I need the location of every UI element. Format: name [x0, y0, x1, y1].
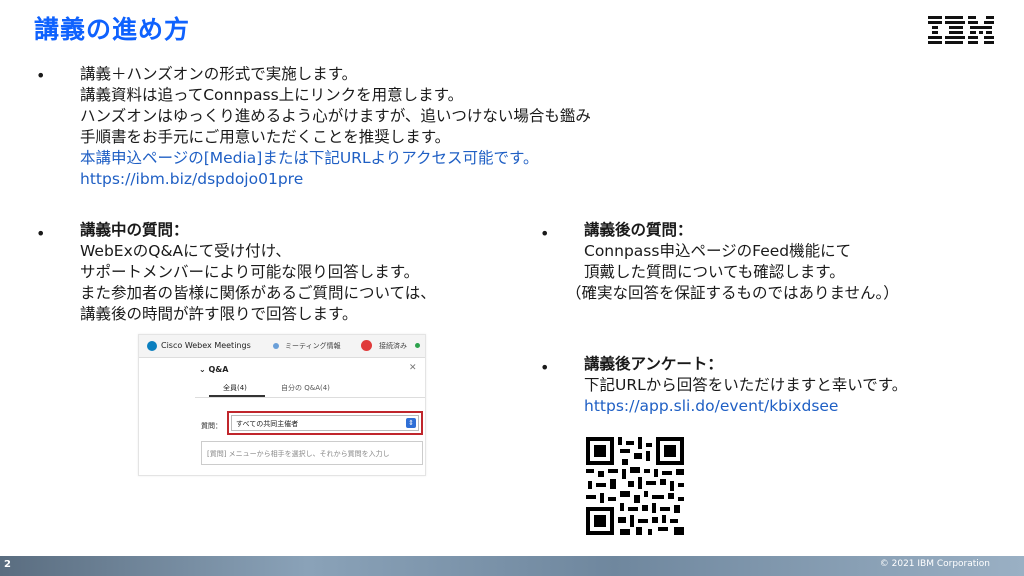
- ibm-logo: [928, 16, 994, 44]
- intro-line: 手順書をお手元にご用意いただくことを推奨します。: [80, 128, 451, 146]
- bullet-marker: •: [540, 224, 550, 243]
- after-note: （確実な回答を保証するものではありません。）: [566, 284, 899, 302]
- info-icon: [273, 343, 279, 349]
- during-block: 講義中の質問： WebExのQ&Aにて受け付け、 サポートメンバーにより可能な限…: [80, 220, 436, 325]
- survey-url-link[interactable]: https://app.sli.do/event/kbixdsee: [584, 396, 907, 417]
- survey-block: 講義後アンケート： 下記URLから回答をいただけますと幸いです。 https:/…: [584, 354, 907, 417]
- during-heading: 講義中の質問：: [80, 221, 189, 239]
- after-block: 講義後の質問： Connpass申込ページのFeed機能にて 頂戴した質問につい…: [566, 220, 899, 304]
- webex-app-title: Cisco Webex Meetings: [161, 341, 251, 350]
- after-heading: 講義後の質問：: [584, 221, 693, 239]
- tab-all: 全員(4): [223, 384, 247, 392]
- meeting-info-label: ミーティング情報: [285, 342, 341, 350]
- webex-titlebar: Cisco Webex Meetings ミーティング情報 接続済み: [139, 335, 425, 358]
- after-line: Connpass申込ページのFeed機能にて: [584, 242, 852, 260]
- qa-panel-title-text: Q&A: [208, 365, 229, 374]
- copyright: © 2021 IBM Corporation: [879, 559, 990, 569]
- question-input-placeholder: [質問] メニューから相手を選択し、それから質問を入力し: [207, 450, 390, 458]
- bullet-marker: •: [540, 358, 550, 377]
- bullet-marker: •: [36, 66, 46, 85]
- intro-url-link[interactable]: https://ibm.biz/dspdojo01pre: [80, 169, 591, 190]
- page-number: 2: [4, 559, 11, 570]
- survey-heading: 講義後アンケート：: [584, 355, 723, 373]
- webex-logo-icon: [147, 341, 157, 351]
- intro-block: 講義＋ハンズオンの形式で実施します。 講義資料は追ってConnpass上にリンク…: [80, 64, 591, 190]
- during-line: また参加者の皆様に関係があるご質問については、: [80, 284, 436, 302]
- record-icon: [361, 340, 372, 351]
- after-line: 頂戴した質問についても確認します。: [584, 263, 845, 281]
- intro-access-note: 本講申込ページの[Media]または下記URLよりアクセス可能です。: [80, 149, 539, 167]
- connection-label: 接続済み: [379, 342, 407, 350]
- question-label: 質問：: [201, 422, 222, 430]
- bullet-marker: •: [36, 224, 46, 243]
- during-line: 講義後の時間が許す限りで回答します。: [80, 305, 358, 323]
- highlight-box: [227, 411, 423, 435]
- question-input: [質問] メニューから相手を選択し、それから質問を入力し: [201, 441, 423, 465]
- connected-status-icon: [415, 343, 420, 348]
- intro-line: ハンズオンはゆっくり進めるよう心がけますが、追いつけない場合も鑑み: [80, 107, 591, 125]
- tab-mine: 自分の Q&A(4): [281, 384, 330, 392]
- during-line: サポートメンバーにより可能な限り回答します。: [80, 263, 420, 281]
- close-icon: ✕: [409, 363, 417, 373]
- footer-bar: 2 © 2021 IBM Corporation: [0, 556, 1024, 576]
- intro-line: 講義資料は追ってConnpass上にリンクを用意します。: [80, 86, 464, 104]
- qr-code: [586, 437, 684, 535]
- qa-panel-title: ⌄ Q&A: [199, 365, 229, 374]
- tab-divider: [195, 397, 425, 398]
- during-line: WebExのQ&Aにて受け付け、: [80, 242, 291, 260]
- survey-line: 下記URLから回答をいただけますと幸いです。: [584, 376, 908, 394]
- page-title: 講義の進め方: [34, 15, 191, 44]
- intro-line: 講義＋ハンズオンの形式で実施します。: [80, 65, 358, 83]
- webex-qa-screenshot: Cisco Webex Meetings ミーティング情報 接続済み ⌄ Q&A…: [138, 334, 426, 476]
